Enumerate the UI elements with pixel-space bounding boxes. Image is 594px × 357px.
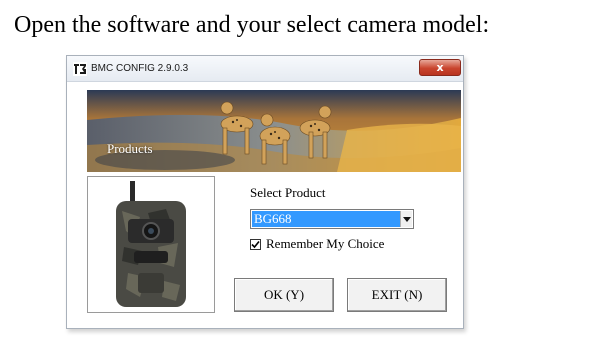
selected-product-value[interactable]: BG668: [252, 211, 400, 227]
close-icon: x: [436, 61, 444, 74]
close-button[interactable]: x: [419, 59, 461, 76]
instruction-caption: Open the software and your select camera…: [14, 12, 490, 38]
select-product-label: Select Product: [250, 185, 326, 200]
trail-camera-image: [88, 177, 214, 312]
config-window: BMC CONFIG 2.9.0.3 x Products Select Pro…: [66, 55, 464, 329]
app-logo-icon: [73, 62, 87, 76]
products-banner: Products: [87, 90, 461, 172]
product-image-frame: [87, 176, 215, 313]
title-bar[interactable]: BMC CONFIG 2.9.0.3 x: [67, 56, 463, 82]
window-title: BMC CONFIG 2.9.0.3: [91, 63, 189, 74]
dropdown-button[interactable]: [400, 211, 412, 227]
cheetahs-banner-image: [87, 90, 461, 172]
checkmark-icon: [251, 240, 260, 249]
remember-choice-checkbox[interactable]: [250, 239, 261, 250]
banner-label: Products: [107, 141, 153, 156]
chevron-down-icon: [403, 217, 411, 222]
product-select[interactable]: BG668: [250, 209, 414, 229]
exit-button[interactable]: EXIT (N): [347, 278, 447, 312]
remember-choice-label: Remember My Choice: [266, 236, 385, 251]
ok-button[interactable]: OK (Y): [234, 278, 334, 312]
